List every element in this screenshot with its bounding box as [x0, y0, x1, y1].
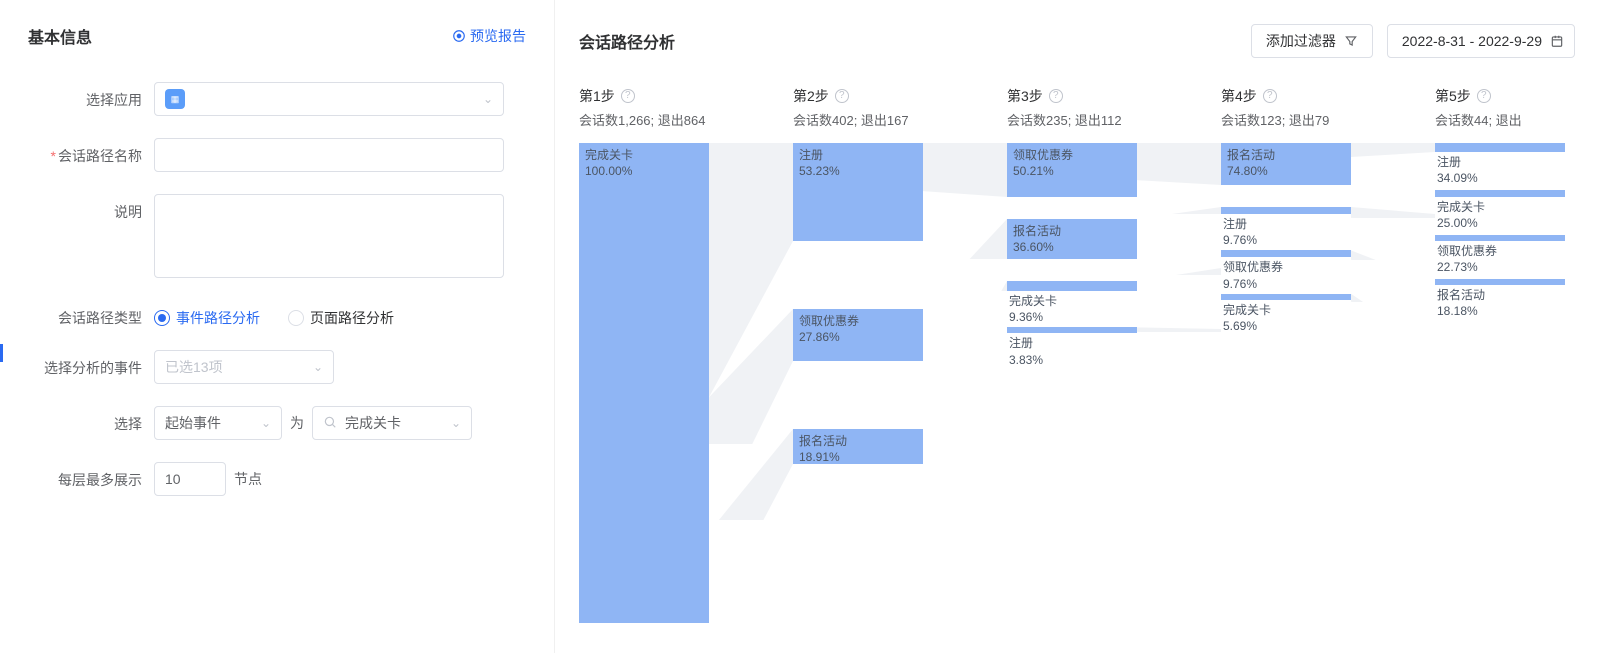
radio-event-path[interactable]: 事件路径分析 [154, 308, 260, 328]
description-textarea[interactable] [154, 194, 504, 278]
start-event-type-select[interactable]: 起始事件 ⌄ [154, 406, 282, 440]
sankey-flow-zone [1137, 143, 1221, 623]
sankey-node-label: 报名活动18.91% [799, 433, 847, 465]
chevron-down-icon: ⌄ [261, 416, 271, 430]
step-subtitle: 会话数123; 退出79 [1221, 110, 1435, 129]
sankey-flow-zone [923, 143, 1007, 623]
calendar-icon [1550, 34, 1564, 48]
app-select[interactable]: ▦ ⌄ [154, 82, 504, 116]
sankey-node-label: 注册53.23% [799, 147, 840, 179]
step-title: 第5步 [1435, 86, 1471, 106]
sankey-node-label: 领取优惠券50.21% [1013, 147, 1073, 179]
step-title: 第2步 [793, 86, 829, 106]
search-icon [323, 415, 337, 432]
help-icon[interactable]: ? [835, 89, 849, 103]
sankey-node-label: 领取优惠券27.86% [799, 313, 859, 345]
label-as: 为 [290, 413, 304, 433]
sankey-flow-zone [1351, 143, 1435, 623]
radio-dot-icon [154, 310, 170, 326]
event-picker-select[interactable]: 完成关卡 ⌄ [312, 406, 472, 440]
chevron-down-icon: ⌄ [483, 92, 493, 106]
filter-icon [1344, 34, 1358, 48]
sankey-chart: 第1步? 会话数1,266; 退出864 完成关卡100.00% 第2步? 会话数402… [579, 86, 1575, 626]
sankey-node[interactable]: 完成关卡25.00% [1435, 190, 1565, 231]
active-section-indicator [0, 344, 3, 362]
max-nodes-input[interactable] [154, 462, 226, 496]
sankey-node-label: 领取优惠券22.73% [1435, 241, 1565, 275]
sankey-node-label: 领取优惠券9.76% [1221, 257, 1351, 291]
label-select-app: 选择应用 [28, 82, 154, 110]
sankey-node[interactable]: 完成关卡100.00% [579, 143, 709, 623]
step-title: 第4步 [1221, 86, 1257, 106]
add-filter-button[interactable]: 添加过滤器 [1251, 24, 1373, 58]
sankey-node-label: 报名活动74.80% [1227, 147, 1275, 179]
path-name-input[interactable] [154, 138, 504, 172]
date-range-picker[interactable]: 2022-8-31 - 2022-9-29 [1387, 24, 1575, 58]
sankey-node-label: 注册34.09% [1435, 152, 1565, 186]
label-max-per-level: 每层最多展示 [28, 462, 154, 490]
label-select-events: 选择分析的事件 [28, 350, 154, 378]
chevron-down-icon: ⌄ [313, 360, 323, 374]
sankey-step-5: 第5步?会话数44; 退出注册34.09%完成关卡25.00%领取优惠券22.7… [1435, 86, 1555, 626]
sankey-node[interactable]: 完成关卡9.36% [1007, 281, 1137, 325]
sankey-step-1: 第1步? 会话数1,266; 退出864 完成关卡100.00% [579, 86, 793, 626]
label-choose: 选择 [28, 406, 154, 434]
step-subtitle: 会话数1,266; 退出864 [579, 110, 793, 129]
analysis-panel: 会话路径分析 添加过滤器 2022-8-31 - 2022-9-29 第1步? 会… [555, 0, 1603, 653]
step-title: 第1步 [579, 86, 615, 106]
sankey-node[interactable]: 报名活动18.91% [793, 429, 923, 464]
app-icon: ▦ [165, 89, 185, 109]
sankey-node[interactable]: 领取优惠券22.73% [1435, 235, 1565, 275]
radio-page-path[interactable]: 页面路径分析 [288, 308, 394, 328]
sankey-step-4: 第4步? 会话数123; 退出79 报名活动74.80% 注册9.76% 领取优惠券9.… [1221, 86, 1435, 626]
radio-dot-icon [288, 310, 304, 326]
step-title: 第3步 [1007, 86, 1043, 106]
sankey-step-3: 第3步? 会话数235; 退出112 领取优惠券50.21% 报名活动36.60% 完成… [1007, 86, 1221, 626]
help-icon[interactable]: ? [621, 89, 635, 103]
sankey-node-label: 完成关卡5.69% [1221, 300, 1351, 334]
label-description: 说明 [28, 194, 154, 222]
preview-report-label: 预览报告 [470, 26, 526, 46]
sankey-node-label: 报名活动18.18% [1435, 285, 1565, 319]
sankey-node-label: 完成关卡9.36% [1007, 291, 1137, 325]
sankey-node[interactable]: 报名活动18.18% [1435, 279, 1565, 319]
sankey-node[interactable]: 领取优惠券9.76% [1221, 250, 1351, 291]
analysis-title: 会话路径分析 [579, 29, 675, 53]
sankey-node[interactable]: 领取优惠券50.21% [1007, 143, 1137, 197]
sankey-node[interactable]: 完成关卡5.69% [1221, 294, 1351, 334]
step-subtitle: 会话数235; 退出112 [1007, 110, 1221, 129]
sankey-node-label: 完成关卡25.00% [1435, 197, 1565, 231]
step-subtitle: 会话数402; 退出167 [793, 110, 1007, 129]
sankey-node-label: 注册3.83% [1007, 333, 1137, 367]
sankey-node-label: 注册9.76% [1221, 214, 1351, 248]
help-icon[interactable]: ? [1477, 89, 1491, 103]
eye-icon [452, 29, 466, 43]
panel-title: 基本信息 [28, 24, 92, 48]
help-icon[interactable]: ? [1263, 89, 1277, 103]
sankey-node[interactable]: 注册34.09% [1435, 143, 1565, 186]
sankey-node[interactable]: 注册3.83% [1007, 327, 1137, 367]
sankey-node-label: 报名活动36.60% [1013, 223, 1061, 255]
sankey-flow-zone [709, 143, 793, 623]
sankey-node[interactable]: 报名活动74.80% [1221, 143, 1351, 185]
chevron-down-icon: ⌄ [451, 416, 461, 430]
label-node-suffix: 节点 [234, 469, 262, 489]
sankey-node[interactable]: 注册9.76% [1221, 207, 1351, 248]
preview-report-link[interactable]: 预览报告 [452, 26, 526, 46]
label-path-name: *会话路径名称 [28, 138, 154, 166]
step-subtitle: 会话数44; 退出 [1435, 110, 1555, 129]
sankey-node[interactable]: 报名活动36.60% [1007, 219, 1137, 259]
sankey-node[interactable]: 注册53.23% [793, 143, 923, 241]
label-path-type: 会话路径类型 [28, 300, 154, 328]
sankey-step-2: 第2步? 会话数402; 退出167 注册53.23% 领取优惠券27.86% 报名活动… [793, 86, 1007, 626]
basic-info-panel: 基本信息 预览报告 选择应用 ▦ ⌄ *会话路径名称 [0, 0, 555, 653]
events-select[interactable]: 已选13项 ⌄ [154, 350, 334, 384]
sankey-node[interactable]: 领取优惠券27.86% [793, 309, 923, 361]
help-icon[interactable]: ? [1049, 89, 1063, 103]
sankey-node-label: 完成关卡100.00% [585, 147, 633, 179]
